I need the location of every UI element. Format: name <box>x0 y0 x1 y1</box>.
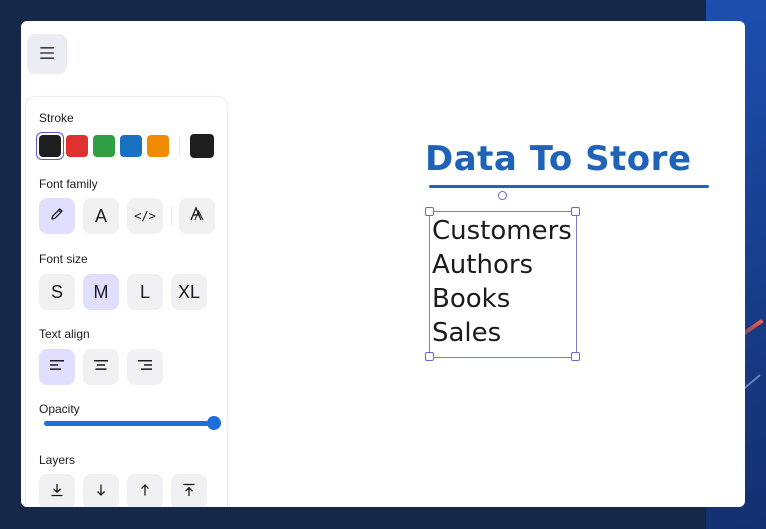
font-size-s-label: S <box>50 281 63 302</box>
text-line: Books <box>432 284 511 314</box>
stroke-swatch-blue[interactable] <box>120 135 142 157</box>
stroke-label: Stroke <box>39 111 74 125</box>
pencil-icon <box>49 206 65 227</box>
properties-panel: Stroke Font family A </> Font size S M L… <box>26 97 227 507</box>
send-backward-icon <box>93 482 109 503</box>
stroke-swatch-red[interactable] <box>66 135 88 157</box>
font-size-m-label: M <box>93 281 109 302</box>
text-align-right-button[interactable] <box>127 349 163 385</box>
text-line: Customers <box>432 216 572 246</box>
text-line: Authors <box>432 250 534 280</box>
selected-text-block[interactable]: Customers Authors Books Sales <box>432 214 572 350</box>
font-size-xl-label: XL <box>177 281 201 302</box>
stroke-swatch-green[interactable] <box>93 135 115 157</box>
font-family-hand-drawn-button[interactable] <box>39 198 75 234</box>
opacity-slider-thumb[interactable] <box>207 416 221 430</box>
font-family-code-button[interactable]: </> <box>127 198 163 234</box>
rotation-handle[interactable] <box>498 191 507 200</box>
bring-forward-icon <box>137 482 153 503</box>
send-to-back-icon <box>49 482 65 503</box>
divider <box>179 137 180 155</box>
font-size-label: Font size <box>39 252 88 266</box>
align-left-icon <box>49 358 65 376</box>
align-center-icon <box>93 358 109 376</box>
code-icon: </> <box>134 209 156 223</box>
font-size-s-button[interactable]: S <box>39 274 75 310</box>
send-to-back-button[interactable] <box>39 474 75 507</box>
send-backward-button[interactable] <box>83 474 119 507</box>
title-underline[interactable] <box>429 185 709 188</box>
text-align-label: Text align <box>39 327 90 341</box>
resize-handle-bottom-right[interactable] <box>571 352 580 361</box>
current-stroke-color-button[interactable] <box>190 134 214 158</box>
layers-label: Layers <box>39 453 76 467</box>
bring-to-front-button[interactable] <box>171 474 207 507</box>
font-size-m-button[interactable]: M <box>83 274 119 310</box>
text-line: Sales <box>432 318 502 348</box>
align-right-icon <box>137 358 153 376</box>
main-menu-button[interactable] <box>27 34 67 74</box>
text-align-center-button[interactable] <box>83 349 119 385</box>
font-more-icon <box>188 205 206 228</box>
hamburger-icon <box>39 46 55 63</box>
font-size-xl-button[interactable]: XL <box>171 274 207 310</box>
resize-handle-bottom-left[interactable] <box>425 352 434 361</box>
bring-to-front-icon <box>181 482 197 503</box>
canvas-title-text[interactable]: Data To Store <box>425 139 692 179</box>
resize-handle-top-right[interactable] <box>571 207 580 216</box>
text-align-left-button[interactable] <box>39 349 75 385</box>
opacity-slider-track[interactable] <box>44 421 214 426</box>
opacity-label: Opacity <box>39 402 80 416</box>
stroke-swatch-black[interactable] <box>39 135 61 157</box>
font-family-label: Font family <box>39 177 98 191</box>
drawing-canvas[interactable]: Stroke Font family A </> Font size S M L… <box>21 21 745 507</box>
font-family-more-button[interactable] <box>179 198 215 234</box>
font-normal-glyph: A <box>94 205 107 226</box>
bring-forward-button[interactable] <box>127 474 163 507</box>
divider <box>171 207 172 225</box>
font-size-l-button[interactable]: L <box>127 274 163 310</box>
stroke-swatch-orange[interactable] <box>147 135 169 157</box>
font-family-normal-button[interactable]: A <box>83 198 119 234</box>
font-size-l-label: L <box>139 281 150 302</box>
